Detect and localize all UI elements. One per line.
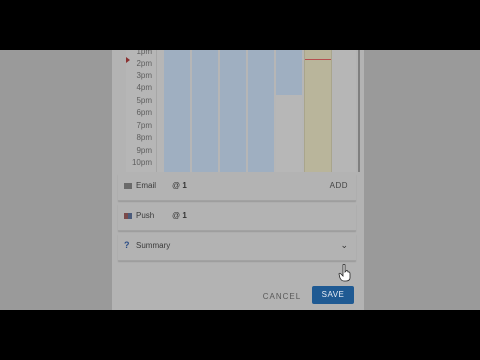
time-label: 10pm <box>131 158 152 167</box>
hand-cursor-icon <box>338 264 351 282</box>
time-label: 2pm <box>136 59 152 68</box>
grid-divider <box>156 50 157 172</box>
day-fill <box>276 50 302 95</box>
add-button[interactable]: ADD <box>330 181 348 190</box>
day-column[interactable] <box>276 50 302 172</box>
time-label: 3pm <box>136 71 152 80</box>
summary-row[interactable]: ? Summary ⌄ <box>118 234 356 261</box>
cancel-button[interactable]: CANCEL <box>260 288 304 306</box>
day-column[interactable] <box>248 50 274 172</box>
current-time-line <box>305 59 331 60</box>
row-label: Push <box>136 211 155 220</box>
screen: 1pm 2pm 3pm 4pm 5pm 6pm 7pm 8pm 9pm 10pm <box>0 50 480 310</box>
email-icon <box>124 183 132 189</box>
day-column-today[interactable] <box>304 50 332 172</box>
day-column[interactable] <box>220 50 246 172</box>
notification-settings-dialog: 1pm 2pm 3pm 4pm 5pm 6pm 7pm 8pm 9pm 10pm <box>112 50 364 310</box>
row-label: Email <box>136 181 157 190</box>
day-column[interactable] <box>164 50 190 172</box>
time-label: 6pm <box>136 108 152 117</box>
reminder-count: @ 1 <box>172 181 187 190</box>
scrollbar[interactable] <box>358 50 360 172</box>
time-label: 9pm <box>136 146 152 155</box>
row-label: Summary <box>136 241 171 250</box>
push-row[interactable]: Push @ 1 <box>118 204 356 231</box>
time-label: 4pm <box>136 83 152 92</box>
time-label: 5pm <box>136 96 152 105</box>
notification-rows: Email @ 1 ADD Push @ 1 ? Summary ⌄ <box>118 174 356 264</box>
question-icon: ? <box>124 240 130 250</box>
save-button[interactable]: SAVE <box>312 286 354 304</box>
reminder-count: @ 1 <box>172 211 187 220</box>
time-label: 1pm <box>136 50 152 56</box>
day-column[interactable] <box>192 50 218 172</box>
push-icon <box>124 213 132 219</box>
chevron-down-icon[interactable]: ⌄ <box>340 240 348 251</box>
time-label: 8pm <box>136 133 152 142</box>
email-row[interactable]: Email @ 1 ADD <box>118 174 356 201</box>
now-marker-icon <box>126 57 130 63</box>
time-column: 1pm 2pm 3pm 4pm 5pm 6pm 7pm 8pm 9pm 10pm <box>126 50 156 172</box>
time-label: 7pm <box>136 121 152 130</box>
schedule-grid: 1pm 2pm 3pm 4pm 5pm 6pm 7pm 8pm 9pm 10pm <box>126 50 360 172</box>
